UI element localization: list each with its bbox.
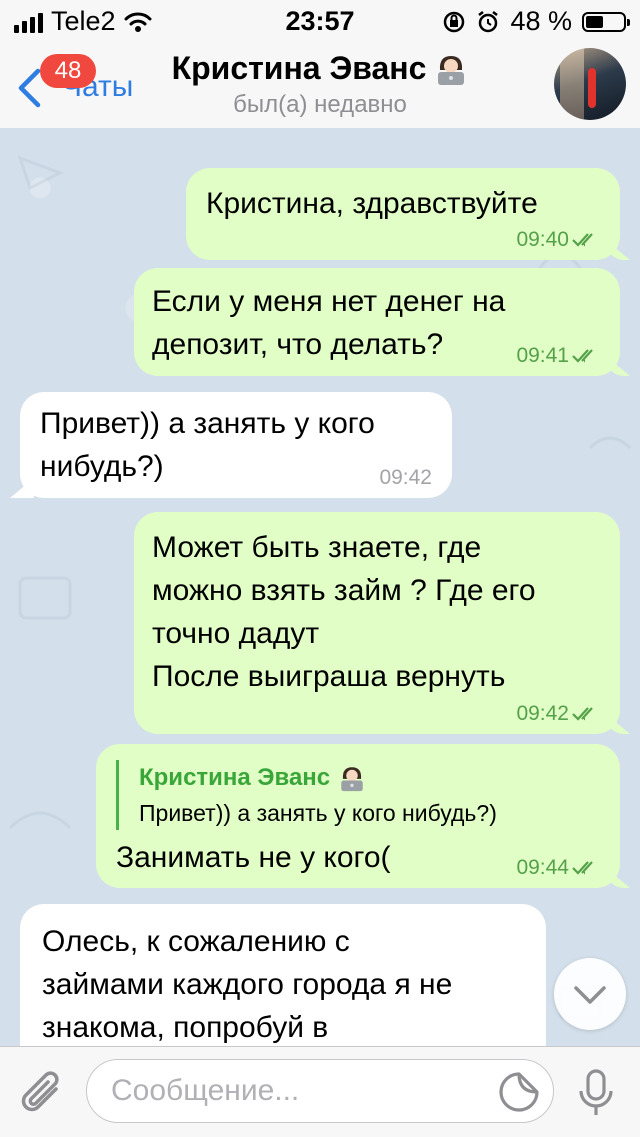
message-bubble-outgoing[interactable]: Кристина, здравствуйте 09:40 [186, 168, 620, 260]
reply-text: Привет)) а занять у кого нибудь?) [139, 800, 497, 826]
message-input[interactable] [86, 1059, 554, 1123]
scroll-down-button[interactable] [554, 958, 626, 1030]
message-meta: 09:40 [516, 228, 600, 252]
microphone-icon[interactable] [576, 1067, 616, 1119]
woman-technologist-emoji-icon [341, 767, 363, 792]
chat-title: Кристина Эванс [172, 50, 469, 87]
double-check-icon [572, 707, 593, 721]
double-check-icon [572, 349, 593, 363]
message-meta: 09:44 [516, 856, 600, 880]
message-text: Привет)) а занять у кого нибудь?) [40, 407, 375, 483]
chat-subtitle: был(а) недавно [233, 91, 407, 118]
input-bar [0, 1046, 640, 1137]
double-check-icon [572, 233, 593, 247]
reply-author-name: Кристина Эванс [139, 764, 331, 791]
attach-icon[interactable] [18, 1067, 66, 1119]
message-time: 09:42 [516, 702, 569, 725]
battery-percent: 48 % [510, 6, 572, 36]
sticker-icon[interactable] [498, 1071, 540, 1113]
status-right: 48 % [442, 6, 630, 37]
unread-badge: 48 [40, 54, 96, 88]
message-time: 09:42 [379, 466, 432, 489]
chat-title-text: Кристина Эванс [171, 50, 427, 86]
chat-header: Чаты 48 Кристина Эванс был(а) недавно [0, 40, 640, 129]
chat-title-area[interactable]: Кристина Эванс был(а) недавно [150, 50, 490, 119]
battery-fill [586, 15, 604, 28]
reply-author: Кристина Эванс [139, 760, 600, 796]
message-text: Кристина, здравствуйте [206, 187, 538, 220]
message-meta: 09:42 [516, 702, 600, 726]
message-time: 09:41 [516, 344, 569, 367]
message-bubble-incoming[interactable]: Привет)) а занять у кого нибудь?) 09:42 [20, 392, 452, 498]
rotation-lock-icon [444, 11, 465, 32]
alarm-icon [478, 10, 499, 32]
message-time: 09:44 [516, 856, 569, 879]
chevron-left-icon [18, 68, 41, 108]
message-meta: 09:42 [379, 466, 432, 490]
woman-technologist-emoji-icon [438, 55, 465, 85]
chevron-down-icon [574, 986, 606, 1004]
message-meta: 09:41 [516, 344, 600, 368]
message-bubble-outgoing-reply[interactable]: Кристина Эванс Привет)) а занять у кого … [96, 744, 620, 888]
battery-icon [582, 11, 630, 32]
message-text: Может быть знаете, где можно взять займ … [152, 531, 536, 693]
double-check-icon [572, 861, 593, 875]
back-button[interactable]: Чаты 48 [10, 54, 140, 112]
message-bubble-outgoing[interactable]: Может быть знаете, где можно взять займ … [134, 512, 620, 734]
status-bar: Tele2 23:57 48 % [0, 0, 640, 40]
message-time: 09:40 [516, 228, 569, 251]
avatar[interactable] [554, 48, 626, 120]
message-bubble-outgoing[interactable]: Если у меня нет денег на депозит, что де… [134, 268, 620, 376]
message-text: Олесь, к сожалению с займами каждого гор… [42, 925, 453, 1044]
reply-quote[interactable]: Кристина Эванс Привет)) а занять у кого … [116, 760, 600, 830]
